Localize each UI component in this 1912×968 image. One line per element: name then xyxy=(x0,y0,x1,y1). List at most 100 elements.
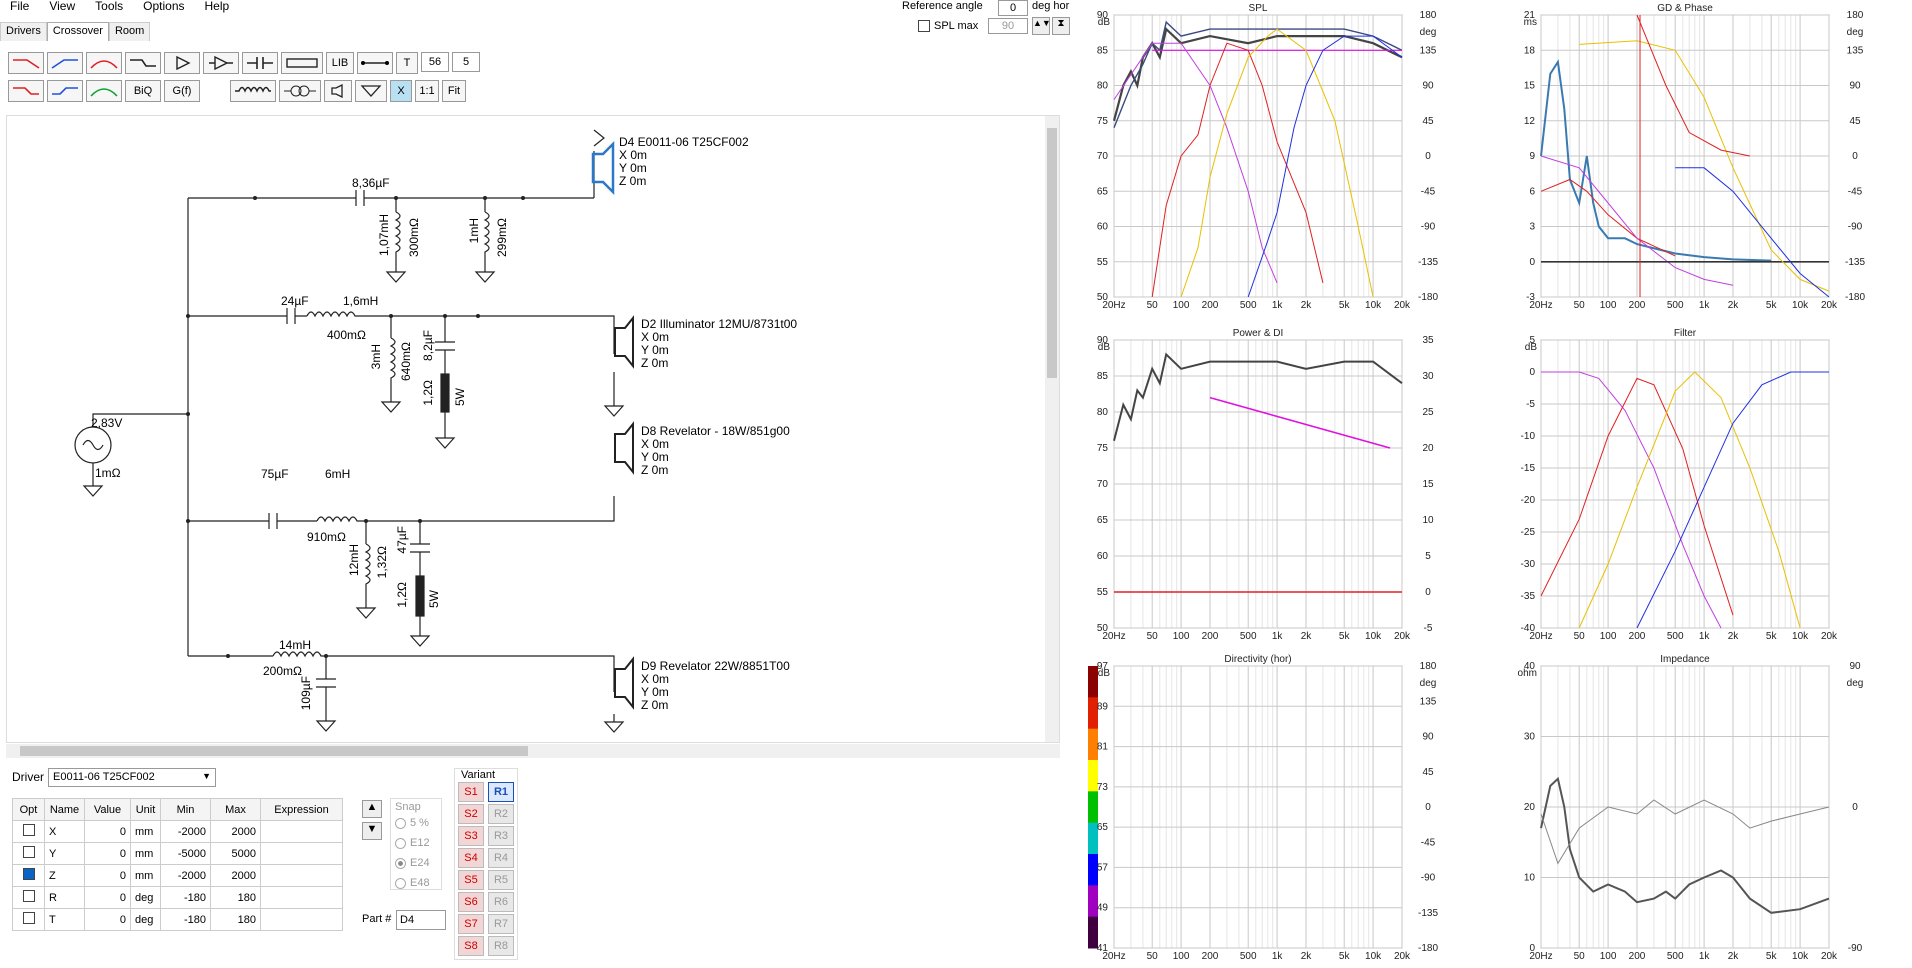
radio-icon[interactable] xyxy=(395,857,406,869)
variant-s1[interactable]: S1 xyxy=(458,782,484,802)
zoom-value-input[interactable]: 56 xyxy=(421,52,449,72)
biq-button[interactable]: BiQ xyxy=(125,80,161,102)
variant-r4[interactable]: R4 xyxy=(488,848,514,868)
opt-checkbox[interactable] xyxy=(22,824,35,836)
param-value[interactable]: 0 xyxy=(84,908,131,931)
t-button[interactable]: T xyxy=(396,52,418,74)
variant-s4[interactable]: S4 xyxy=(458,848,484,868)
menu-file[interactable]: File xyxy=(0,0,39,14)
snap-option[interactable]: E12 xyxy=(395,833,437,853)
highpass-blue-button[interactable] xyxy=(47,52,83,74)
param-min[interactable]: -180 xyxy=(160,886,211,909)
snap-option[interactable]: 5 % xyxy=(395,813,437,833)
param-value[interactable]: 0 xyxy=(84,886,131,909)
move-up-icon[interactable]: ▲ xyxy=(362,800,382,818)
param-max[interactable]: 2000 xyxy=(210,820,261,843)
tab-drivers[interactable]: Drivers xyxy=(0,22,47,41)
lib-button[interactable]: LIB xyxy=(326,52,354,74)
tab-room[interactable]: Room xyxy=(108,22,151,41)
resistor-button[interactable] xyxy=(281,52,323,74)
transformer-button[interactable] xyxy=(279,80,321,102)
param-min[interactable]: -180 xyxy=(160,908,211,931)
fit-button[interactable]: Fit xyxy=(442,80,466,102)
driver-select[interactable]: E0011-06 T25CF002 ▼ xyxy=(48,768,216,787)
variant-r7[interactable]: R7 xyxy=(488,914,514,934)
x-button[interactable]: X xyxy=(390,80,412,102)
radio-icon[interactable] xyxy=(395,837,406,849)
param-min[interactable]: -5000 xyxy=(160,842,211,865)
menu-help[interactable]: Help xyxy=(195,0,240,14)
param-max[interactable]: 2000 xyxy=(210,864,261,887)
speaker-button[interactable] xyxy=(324,80,352,102)
opt-checkbox[interactable] xyxy=(22,912,35,924)
driver-label-d9[interactable]: D9 Revelator 22W/8851T00 X 0m Y 0m Z 0m xyxy=(641,660,790,712)
tab-crossover[interactable]: Crossover xyxy=(46,22,109,41)
table-row[interactable]: T 0 deg -180 180 xyxy=(12,908,343,931)
driver-label-d8[interactable]: D8 Revelator - 18W/851g00 X 0m Y 0m Z 0m xyxy=(641,425,790,477)
variant-s6[interactable]: S6 xyxy=(458,892,484,912)
menu-tools[interactable]: Tools xyxy=(85,0,133,14)
buffer-button[interactable] xyxy=(203,52,239,74)
schematic-canvas[interactable]: 2,83V 1mΩ 8,36µF 1,07mH 300mΩ 1mH 299mΩ … xyxy=(6,115,1060,743)
hourglass-icon[interactable]: ⧗ xyxy=(1052,17,1070,35)
param-max[interactable]: 5000 xyxy=(210,842,261,865)
table-row[interactable]: X 0 mm -2000 2000 xyxy=(12,820,343,843)
table-row[interactable]: Z 0 mm -2000 2000 xyxy=(12,864,343,887)
splmax-toggle[interactable]: SPL max xyxy=(918,20,978,32)
one-to-one-button[interactable]: 1:1 xyxy=(415,80,439,102)
wire-button[interactable] xyxy=(357,52,393,74)
variant-s2[interactable]: S2 xyxy=(458,804,484,824)
variant-s3[interactable]: S3 xyxy=(458,826,484,846)
part-input[interactable]: D4 xyxy=(396,910,446,930)
inductor-button[interactable] xyxy=(230,80,276,102)
snap-option[interactable]: E48 xyxy=(395,873,437,893)
param-expression[interactable] xyxy=(260,886,343,909)
variant-s5[interactable]: S5 xyxy=(458,870,484,890)
menu-options[interactable]: Options xyxy=(133,0,194,14)
variant-s8[interactable]: S8 xyxy=(458,936,484,956)
opt-checkbox[interactable] xyxy=(22,846,35,858)
param-expression[interactable] xyxy=(260,820,343,843)
opt-checkbox[interactable] xyxy=(22,868,35,880)
splmax-checkbox[interactable] xyxy=(918,20,930,32)
param-min[interactable]: -2000 xyxy=(160,820,211,843)
lowpass-2-red-button[interactable] xyxy=(8,80,44,102)
snap-option[interactable]: E24 xyxy=(395,853,437,873)
param-value[interactable]: 0 xyxy=(84,842,131,865)
param-min[interactable]: -2000 xyxy=(160,864,211,887)
driver-label-d2[interactable]: D2 Illuminator 12MU/8731t00 X 0m Y 0m Z … xyxy=(641,318,797,370)
radio-icon[interactable] xyxy=(395,817,406,829)
param-expression[interactable] xyxy=(260,842,343,865)
radio-icon[interactable] xyxy=(395,877,406,889)
variant-r1[interactable]: R1 xyxy=(488,782,514,802)
splmax-input[interactable]: 90 xyxy=(988,18,1028,34)
param-value[interactable]: 0 xyxy=(84,820,131,843)
param-max[interactable]: 180 xyxy=(210,908,261,931)
bandpass-red-button[interactable] xyxy=(86,52,122,74)
table-row[interactable]: R 0 deg -180 180 xyxy=(12,886,343,909)
variant-r8[interactable]: R8 xyxy=(488,936,514,956)
capacitor-button[interactable] xyxy=(242,52,278,74)
param-expression[interactable] xyxy=(260,908,343,931)
bandpass-green-button[interactable] xyxy=(86,80,122,102)
variant-s7[interactable]: S7 xyxy=(458,914,484,934)
menu-view[interactable]: View xyxy=(39,0,85,14)
vertical-scrollbar[interactable] xyxy=(1045,116,1059,742)
amplifier-button[interactable] xyxy=(164,52,200,74)
variant-r5[interactable]: R5 xyxy=(488,870,514,890)
param-expression[interactable] xyxy=(260,864,343,887)
param-max[interactable]: 180 xyxy=(210,886,261,909)
ground-button[interactable] xyxy=(355,80,387,102)
grid-value-input[interactable]: 5 xyxy=(452,52,480,72)
driver-label-d4[interactable]: D4 E0011-06 T25CF002 X 0m Y 0m Z 0m xyxy=(619,136,749,188)
opt-checkbox[interactable] xyxy=(22,890,35,902)
variant-r3[interactable]: R3 xyxy=(488,826,514,846)
variant-r6[interactable]: R6 xyxy=(488,892,514,912)
param-value[interactable]: 0 xyxy=(84,864,131,887)
graphs-svg[interactable]: 20Hz 50 100 200 500 1k 2k 5k 10k 20kSPLdBdeg90858… xyxy=(1086,0,1912,965)
lowpass-red-button[interactable] xyxy=(8,52,44,74)
notch-button[interactable] xyxy=(125,52,161,74)
gf-button[interactable]: G(f) xyxy=(164,80,200,102)
scroll-thumb[interactable] xyxy=(1047,128,1057,378)
reference-angle-input[interactable]: 0 xyxy=(998,0,1028,16)
